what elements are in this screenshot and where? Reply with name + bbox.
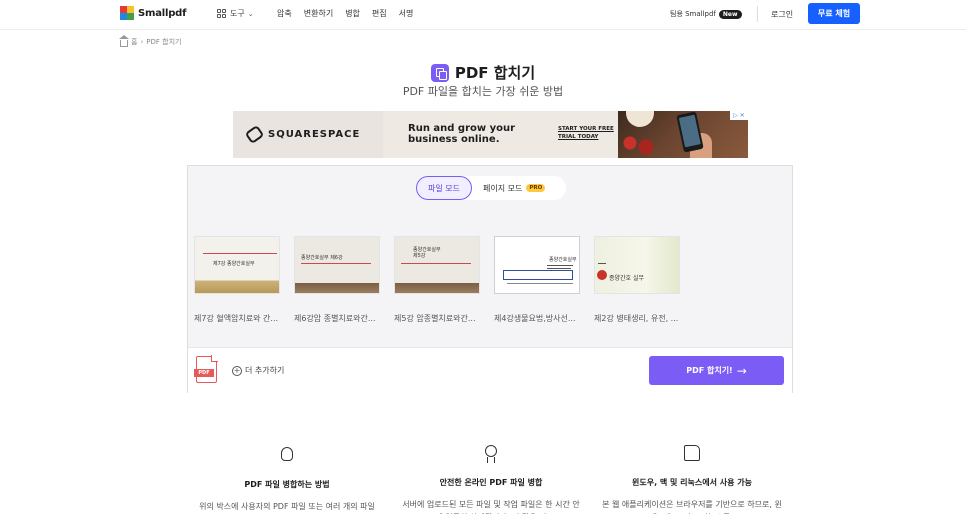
nav-compress[interactable]: 압축 — [277, 8, 292, 19]
breadcrumb-home[interactable]: 홈 — [131, 37, 137, 47]
tools-label: 도구 — [230, 9, 245, 18]
feature-title: PDF 파일 병합하는 방법 — [244, 480, 330, 489]
page-subtitle: PDF 파일을 합치는 가장 쉬운 방법 — [402, 85, 564, 98]
ad-phone — [676, 111, 704, 153]
new-badge: New — [718, 9, 742, 19]
ad-brand-area: SQUARESPACE — [233, 111, 383, 158]
nav-convert[interactable]: 변환하기 — [304, 8, 333, 19]
file-thumbnail: 제7강 종양간호실무 — [194, 236, 280, 294]
file-thumbnail: 종양간호 실무 — [594, 236, 680, 294]
thumbnail-title: 종양간호실무 — [549, 257, 577, 263]
ad-choices-icon[interactable]: ▷ ✕ — [730, 111, 748, 120]
page-mode-label: 페이지 모드 — [482, 183, 523, 193]
file-card[interactable]: 종양간호실무 제4강생물요법,방사선... — [494, 236, 580, 324]
ad-brand: SQUARESPACE — [268, 129, 361, 140]
page-mode-tab[interactable]: 페이지 모드 PRO — [482, 183, 546, 194]
feature-description: 위의 박스에 사용자의 PDF 파일 또는 여러 개의 파일을 드래그 앤 드롭… — [199, 502, 375, 511]
nav-sign[interactable]: 서명 — [399, 8, 414, 19]
file-name: 제2강 병태생리, 유전, ... — [594, 314, 679, 323]
feature-how-to: PDF 파일 병합하는 방법 위의 박스에 사용자의 PDF 파일 또는 여러 … — [197, 444, 377, 514]
feature-platforms: 윈도우, 맥 및 리눅스에서 사용 가능 본 웹 애플리케이션은 브라우저를 기… — [602, 444, 782, 514]
tool-footer: PDF + 더 추가하기 PDF 합치기! → — [188, 347, 792, 393]
thumbnail-title: 종양간호 실무 — [609, 275, 645, 282]
nav-edit[interactable]: 편집 — [372, 8, 387, 19]
file-list: 제7강 종양간호실무 제7강 혈액암치료와 간... 종양간호실무 제6강 제6… — [194, 236, 680, 324]
ad-lamp — [626, 111, 654, 127]
free-trial-button[interactable]: 무료 체험 — [808, 3, 860, 24]
medal-icon — [481, 445, 501, 465]
add-more-label: 더 추가하기 — [245, 366, 285, 375]
team-link[interactable]: 팀용 Smallpdf New — [670, 9, 742, 19]
ad-banner[interactable]: SQUARESPACE Run and grow your business o… — [233, 111, 748, 158]
lightbulb-icon — [277, 447, 297, 467]
main-nav: 압축 변환하기 병합 편집 서명 — [277, 8, 413, 19]
add-more-button[interactable]: + 더 추가하기 — [232, 365, 284, 376]
file-name: 제6강암 종별치료와간... — [294, 314, 376, 323]
breadcrumb-current: PDF 합치기 — [146, 38, 182, 46]
feature-title: 안전한 온라인 PDF 파일 병합 — [439, 478, 543, 487]
merge-button-label: PDF 합치기! — [686, 366, 733, 375]
file-thumbnail: 종양간호실무 제6강 — [294, 236, 380, 294]
feature-description: 본 웹 애플리케이션은 브라우저를 기반으로 하므로, 윈도우, 맥, 그리고 … — [602, 500, 782, 514]
chevron-down-icon: ⌄ — [247, 9, 254, 18]
file-name: 제5강 암종별치료와간... — [394, 314, 476, 323]
smallpdf-logo[interactable]: Smallpdf — [120, 6, 186, 20]
ad-flowers — [618, 129, 658, 158]
tools-menu[interactable]: 도구 ⌄ — [217, 8, 254, 19]
page-title: PDF 합치기 — [454, 64, 536, 82]
header-divider — [757, 6, 758, 22]
thumbnail-title: 종양간호실무 제5강 — [413, 247, 441, 259]
login-link[interactable]: 로그인 — [771, 9, 793, 20]
file-thumbnail: 종양간호실무 — [494, 236, 580, 294]
thumbs-up-icon — [682, 445, 702, 465]
ad-copy-area: Run and grow your business online. START… — [383, 111, 618, 158]
breadcrumb: 홈 › PDF 합치기 — [119, 34, 182, 47]
pdf-file-icon: PDF — [194, 355, 218, 383]
thumbnail-title: 종양간호실무 제6강 — [301, 255, 343, 261]
file-name: 제7강 혈액암치료와 간... — [194, 314, 279, 323]
merge-tool-panel[interactable]: 파일 모드 페이지 모드 PRO 제7강 종양간호실무 제7강 혈액암치료와 간… — [187, 165, 793, 393]
file-card[interactable]: 제7강 종양간호실무 제7강 혈액암치료와 간... — [194, 236, 280, 324]
feature-title: 윈도우, 맥 및 리눅스에서 사용 가능 — [631, 478, 752, 487]
top-header: Smallpdf 도구 ⌄ 압축 변환하기 병합 편집 서명 팀용 Smallp… — [0, 0, 966, 30]
file-card[interactable]: 종양간호실무 제5강 제5강 암종별치료와간... — [394, 236, 480, 324]
file-card[interactable]: 종양간호 실무 제2강 병태생리, 유전, ... — [594, 236, 680, 324]
plus-icon: + — [232, 365, 242, 376]
merge-pdf-button[interactable]: PDF 합치기! → — [649, 356, 784, 385]
thumbnail-title: 제7강 종양간호실무 — [213, 261, 255, 267]
logo-text: Smallpdf — [138, 7, 187, 19]
merge-pdf-icon — [430, 63, 449, 82]
breadcrumb-separator: › — [140, 38, 144, 46]
ad-cta-link[interactable]: START YOUR FREE TRIAL TODAY — [558, 125, 618, 141]
ad-photo — [618, 111, 748, 158]
feature-security: 안전한 온라인 PDF 파일 병합 서버에 업로드된 모든 파일 및 작업 파일… — [401, 444, 581, 514]
grid-icon — [217, 9, 226, 18]
team-label: 팀용 Smallpdf — [670, 10, 716, 18]
page-heading: PDF 합치기 — [0, 62, 966, 83]
mode-toggle: 파일 모드 페이지 모드 PRO — [416, 176, 566, 200]
arrow-right-icon: → — [736, 363, 747, 378]
smallpdf-logo-icon — [120, 6, 134, 20]
pro-badge: PRO — [526, 184, 546, 192]
feature-description: 서버에 업로드된 모든 파일 및 작업 파일은 한 시간 안에 영구히 삭제됩니… — [402, 500, 580, 514]
squarespace-logo-icon — [244, 124, 265, 145]
home-icon — [119, 34, 129, 47]
file-card[interactable]: 종양간호실무 제6강 제6강암 종별치료와간... — [294, 236, 380, 324]
ad-headline: Run and grow your business online. — [408, 123, 516, 145]
file-mode-tab[interactable]: 파일 모드 — [416, 176, 472, 200]
pdf-label: PDF — [194, 369, 214, 377]
file-thumbnail: 종양간호실무 제5강 — [394, 236, 480, 294]
nav-merge[interactable]: 병합 — [345, 8, 360, 19]
file-name: 제4강생물요법,방사선... — [494, 314, 576, 323]
